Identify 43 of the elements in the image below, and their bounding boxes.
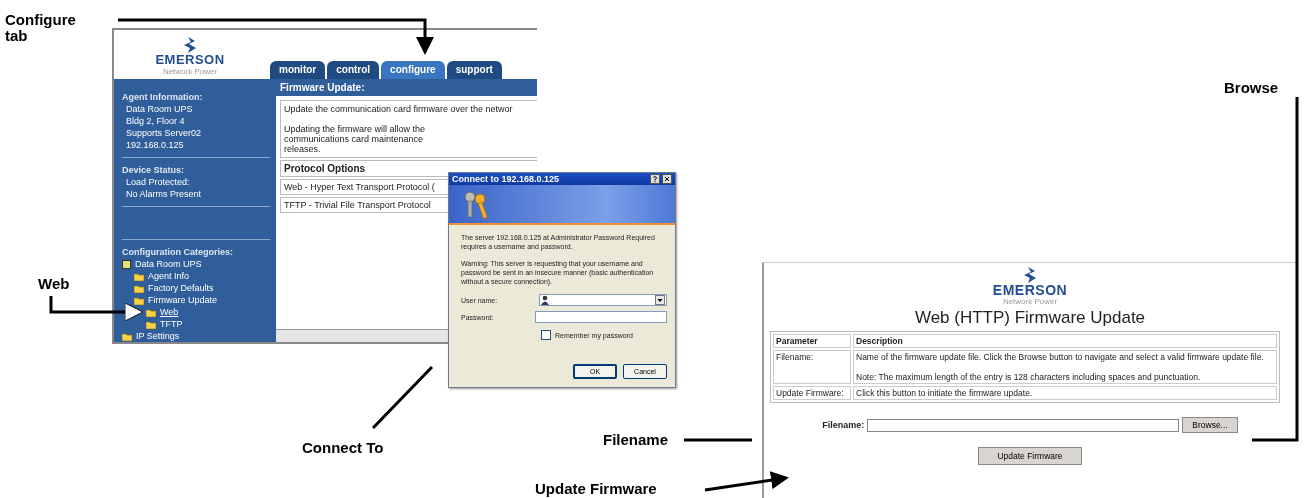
tab[interactable]: control (327, 61, 380, 79)
info-text: Data Room UPS (125, 103, 194, 115)
section-heading: Device Status: (122, 164, 186, 176)
info-text: Supports Server02 (125, 127, 203, 139)
brand-tagline: Network Power (162, 67, 218, 76)
page-title: Web (HTTP) Firmware Update (913, 308, 1147, 328)
update-firmware-button[interactable]: Update Firmware (978, 447, 1082, 465)
section-heading: Configuration Categories: (122, 246, 234, 258)
field-label: Filename: (822, 420, 865, 430)
info-text: 192.168.0.125 (125, 139, 185, 151)
tree-item[interactable]: Web (160, 306, 179, 318)
tree-item[interactable]: Factory Defaults (148, 282, 214, 294)
callout-label: Web (38, 276, 70, 292)
tab[interactable]: configure (381, 61, 445, 79)
table-cell: Click this button to initiate the firmware update. (853, 386, 1277, 400)
callout-label: Connect To (302, 440, 384, 456)
callout-label: Filename (603, 432, 669, 448)
tree-item[interactable]: IP Settings (136, 330, 180, 342)
table-cell: Update Firmware: (773, 386, 851, 400)
brand-tagline: Network Power (1002, 297, 1058, 306)
callout-label: Configure tab (5, 12, 77, 44)
browse-button[interactable]: Browse... (1182, 417, 1238, 433)
panel-heading: Firmware Update: (279, 81, 366, 95)
column-header: Parameter (773, 334, 851, 348)
info-text: Bldg 2, Floor 4 (125, 115, 186, 127)
tree-item[interactable]: Agent Info (148, 270, 190, 282)
brand-name: EMERSON (155, 53, 225, 67)
brand-name: EMERSON (992, 283, 1068, 297)
paragraph: Update the communication card firmware over the networ (284, 104, 514, 114)
table-cell: Filename: (773, 350, 851, 384)
tree-item[interactable]: TFTP (160, 318, 183, 330)
section-heading: Agent Information: (122, 91, 204, 103)
paragraph: Updating the firmware will allow the communications card maintenance releases. (284, 124, 427, 154)
column-header: Description (853, 334, 1277, 348)
tab[interactable]: support (446, 61, 502, 79)
info-text: No Alarms Present (125, 188, 203, 200)
info-text: Load Protected: (125, 176, 191, 188)
tree-item[interactable]: Firmware Update (148, 294, 218, 306)
tab[interactable]: monitor (270, 61, 326, 79)
callout-label: Browse (1224, 80, 1279, 96)
table-cell: Name of the firmware update file. Click the Browse button to navigate and select a valid firmware update file. Note: The maximum length of the entry is 128 characters including spaces and punctuation. (853, 350, 1277, 384)
callout-label: Update Firmware (535, 481, 657, 497)
tree-item[interactable]: Data Room UPS (135, 258, 202, 270)
